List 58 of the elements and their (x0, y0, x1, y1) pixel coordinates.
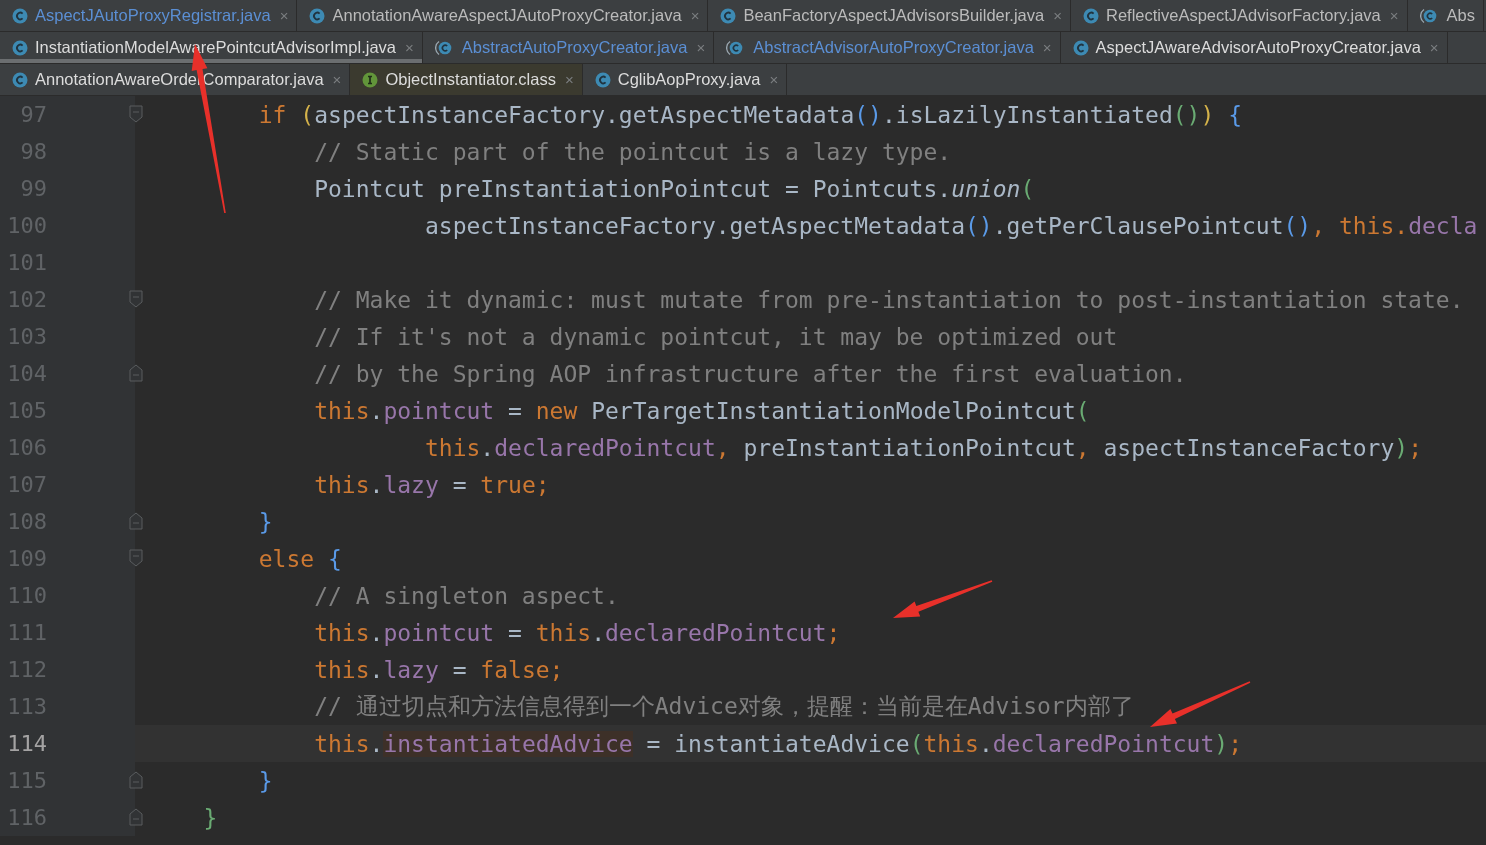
file-tab[interactable]: AbstractAdvisorAutoProxyCreator.java × (714, 32, 1061, 63)
file-tab[interactable]: AspectJAutoProxyRegistrar.java × (0, 0, 298, 31)
fold-icon[interactable] (129, 512, 143, 530)
file-tab[interactable]: BeanFactoryAspectJAdvisorsBuilder.java × (708, 0, 1071, 31)
close-icon[interactable]: × (403, 39, 414, 56)
file-tab[interactable]: AbstractAutoProxyCreator.java × (422, 32, 715, 63)
close-icon[interactable]: × (688, 7, 700, 24)
code-line: this.pointcut = this.declaredPointcut; (313, 619, 841, 646)
code-line: } (257, 767, 273, 794)
class-icon (12, 71, 28, 88)
fold-icon[interactable] (129, 808, 143, 826)
code-line: Pointcut preInstantiationPointcut = Pointcuts.union( (313, 175, 1035, 202)
file-tab[interactable]: ReflectiveAspectJAdvisorFactory.java × (1070, 0, 1408, 31)
fold-icon[interactable] (129, 771, 143, 789)
close-icon[interactable]: × (1040, 39, 1052, 56)
class-icon (1072, 39, 1089, 56)
class-icon (12, 39, 28, 56)
file-tab[interactable]: AnnotationAwareAspectJAutoProxyCreator.java × (297, 0, 709, 31)
code-line: this.instantiatedAdvice = instantiateAdvice(this.declaredPointcut); (313, 730, 1242, 757)
file-tab[interactable]: CglibAopProxy.java × (582, 64, 788, 95)
interface-icon (362, 71, 379, 88)
fold-icon[interactable] (129, 105, 143, 123)
close-icon[interactable]: × (1387, 7, 1399, 24)
file-tab[interactable]: ObjectInstantiator.class × (350, 64, 583, 95)
fold-icon[interactable] (129, 364, 143, 382)
code-line: // 通过切点和方法信息得到一个Advice对象，提醒：当前是在Advisor内部了 (313, 692, 1134, 721)
close-icon[interactable]: × (767, 71, 779, 88)
code-line: aspectInstanceFactory.getAspectMetadata().getPerClausePointcut(), this.decla (423, 212, 1478, 239)
code-line: // by the Spring AOP infrastructure after the first evaluation. (313, 360, 1187, 387)
class-icon (309, 7, 326, 24)
class-icon (1082, 7, 1099, 24)
fold-icon[interactable] (129, 290, 143, 308)
close-icon[interactable]: × (1051, 7, 1062, 24)
code-line: // Static part of the pointcut is a lazy type. (313, 138, 952, 165)
code-line: } (257, 508, 273, 535)
code-line: // Make it dynamic: must mutate from pre-instantiation to post-instantiation state. (313, 286, 1464, 313)
fold-icon[interactable] (129, 549, 143, 567)
code-line: if (aspectInstanceFactory.getAspectMetadata().isLazilyInstantiated()) { (257, 101, 1242, 128)
class-icon (720, 7, 737, 24)
code-line: else { (257, 545, 342, 572)
code-line: // If it's not a dynamic pointcut, it may be optimized out (313, 323, 1118, 350)
code-line: // A singleton aspect. (313, 582, 619, 609)
class-icon (594, 71, 611, 88)
code-line: this.lazy = true; (313, 471, 550, 498)
code-line: this.pointcut = new PerTargetInstantiationModelPointcut( (313, 397, 1090, 424)
close-icon[interactable]: × (562, 71, 574, 88)
close-icon[interactable]: × (1427, 39, 1439, 56)
code-line: this.declaredPointcut, preInstantiationPointcut, aspectInstanceFactory); (423, 434, 1423, 461)
line-number: 114 (6, 731, 47, 756)
code-line: } (202, 804, 218, 831)
close-icon[interactable]: × (694, 39, 706, 56)
file-tab[interactable]: Abs (1407, 0, 1484, 31)
close-icon[interactable]: × (277, 7, 289, 24)
file-tab[interactable]: InstantiationModelAwarePointcutAdvisorImpl.java × (0, 32, 423, 63)
close-icon[interactable]: × (330, 71, 342, 88)
file-tab[interactable]: AspectJAwareAdvisorAutoProxyCreator.java × (1060, 32, 1448, 63)
code-line: this.lazy = false; (313, 656, 564, 683)
class-icon (12, 7, 28, 24)
